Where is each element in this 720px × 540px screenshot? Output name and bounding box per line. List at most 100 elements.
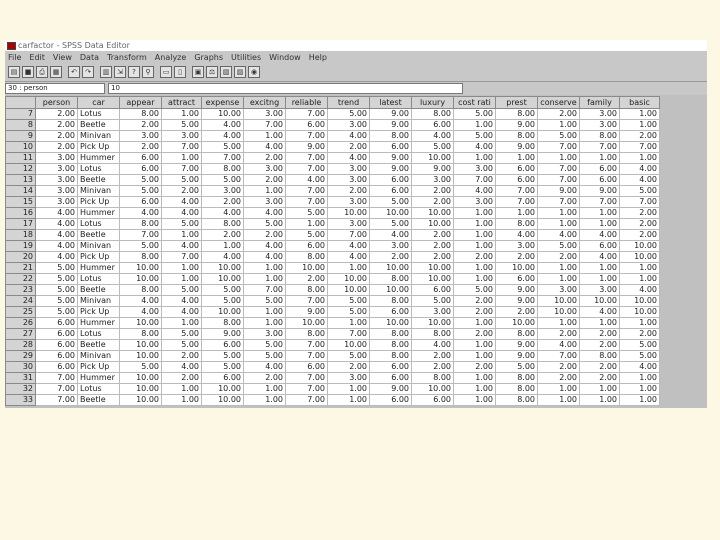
data-cell[interactable]: 8.00 xyxy=(495,394,538,406)
data-cell[interactable]: 4.00 xyxy=(619,174,660,186)
row-number[interactable]: 26 xyxy=(5,317,36,329)
data-cell[interactable]: 5.00 xyxy=(119,361,162,373)
data-cell[interactable]: 10.00 xyxy=(119,394,162,406)
data-cell[interactable]: 8.00 xyxy=(369,273,412,285)
data-cell[interactable]: 3.00 xyxy=(119,130,162,142)
data-cell[interactable]: 5.00 xyxy=(327,295,370,307)
row-number[interactable]: 7 xyxy=(5,108,36,120)
row-number[interactable]: 22 xyxy=(5,273,36,285)
data-cell[interactable]: 5.00 xyxy=(201,350,244,362)
data-cell[interactable]: 4.00 xyxy=(243,240,286,252)
row-number[interactable]: 16 xyxy=(5,207,36,219)
data-cell[interactable]: 6.00 xyxy=(369,372,412,384)
data-cell[interactable]: Minivan xyxy=(77,295,120,307)
row-number[interactable]: 24 xyxy=(5,295,36,307)
data-cell[interactable]: 10.00 xyxy=(201,273,244,285)
data-cell[interactable]: 5.00 xyxy=(119,185,162,197)
data-cell[interactable]: 2.00 xyxy=(495,306,538,318)
data-cell[interactable]: 5.00 xyxy=(201,295,244,307)
data-cell[interactable]: 1.00 xyxy=(619,273,660,285)
data-cell[interactable]: 1.00 xyxy=(161,108,202,120)
data-cell[interactable]: 3.00 xyxy=(201,185,244,197)
data-cell[interactable]: 2.00 xyxy=(411,350,454,362)
data-cell[interactable]: 4.00 xyxy=(537,229,580,241)
data-cell[interactable]: 1.00 xyxy=(243,306,286,318)
data-cell[interactable]: 4.00 xyxy=(495,229,538,241)
data-cell[interactable]: 8.00 xyxy=(495,218,538,230)
data-cell[interactable]: 10.00 xyxy=(119,350,162,362)
data-cell[interactable]: 1.00 xyxy=(579,207,620,219)
data-cell[interactable]: 4.00 xyxy=(619,361,660,373)
data-cell[interactable]: 7.00 xyxy=(285,350,328,362)
data-cell[interactable]: 1.00 xyxy=(579,394,620,406)
data-cell[interactable]: 1.00 xyxy=(579,152,620,164)
row-number[interactable]: 15 xyxy=(5,196,36,208)
data-cell[interactable]: 10.00 xyxy=(579,295,620,307)
data-cell[interactable]: 7.00 xyxy=(327,328,370,340)
data-cell[interactable]: 3.00 xyxy=(35,163,78,175)
data-cell[interactable]: 8.00 xyxy=(119,328,162,340)
data-cell[interactable]: 8.00 xyxy=(579,130,620,142)
data-cell[interactable]: 9.00 xyxy=(201,328,244,340)
data-cell[interactable]: 6.00 xyxy=(369,141,412,153)
data-cell[interactable]: 8.00 xyxy=(495,328,538,340)
data-cell[interactable]: 5.00 xyxy=(243,339,286,351)
data-cell[interactable]: 9.00 xyxy=(369,108,412,120)
data-cell[interactable]: 1.00 xyxy=(579,273,620,285)
data-cell[interactable]: 4.00 xyxy=(161,196,202,208)
menu-window[interactable]: Window xyxy=(269,53,301,62)
data-cell[interactable]: 7.00 xyxy=(619,141,660,153)
data-cell[interactable]: 7.00 xyxy=(579,196,620,208)
data-cell[interactable]: 2.00 xyxy=(495,251,538,263)
data-cell[interactable]: 3.00 xyxy=(35,196,78,208)
data-cell[interactable]: 1.00 xyxy=(243,317,286,329)
data-cell[interactable]: 10.00 xyxy=(285,317,328,329)
data-cell[interactable]: 6.00 xyxy=(285,240,328,252)
data-cell[interactable]: 1.00 xyxy=(579,262,620,274)
goto-chart-icon[interactable]: ▥ xyxy=(100,66,112,78)
data-cell[interactable]: 2.00 xyxy=(537,328,580,340)
data-cell[interactable]: 3.00 xyxy=(243,108,286,120)
data-cell[interactable]: 9.00 xyxy=(369,163,412,175)
menu-view[interactable]: View xyxy=(53,53,72,62)
data-cell[interactable]: 7.00 xyxy=(201,152,244,164)
data-cell[interactable]: 6.00 xyxy=(35,317,78,329)
data-cell[interactable]: 2.00 xyxy=(411,229,454,241)
data-cell[interactable]: 10.00 xyxy=(619,251,660,263)
data-cell[interactable]: 6.00 xyxy=(495,163,538,175)
data-cell[interactable]: 10.00 xyxy=(369,207,412,219)
data-cell[interactable]: 6.00 xyxy=(35,361,78,373)
data-cell[interactable]: 5.00 xyxy=(243,218,286,230)
data-cell[interactable]: 8.00 xyxy=(411,108,454,120)
data-cell[interactable]: 1.00 xyxy=(243,130,286,142)
data-cell[interactable]: 6.00 xyxy=(411,394,454,406)
data-cell[interactable]: Lotus xyxy=(77,218,120,230)
data-cell[interactable]: 6.00 xyxy=(369,306,412,318)
data-cell[interactable]: 7.00 xyxy=(327,229,370,241)
column-header[interactable]: excitng xyxy=(243,96,286,109)
data-cell[interactable]: 9.00 xyxy=(495,350,538,362)
data-cell[interactable]: 5.00 xyxy=(201,174,244,186)
data-cell[interactable]: 4.00 xyxy=(35,218,78,230)
data-cell[interactable]: 2.00 xyxy=(537,372,580,384)
data-cell[interactable]: 2.00 xyxy=(119,141,162,153)
data-cell[interactable]: Pick Up xyxy=(77,306,120,318)
row-number[interactable]: 17 xyxy=(5,218,36,230)
data-cell[interactable]: 5.00 xyxy=(201,361,244,373)
data-cell[interactable]: 7.00 xyxy=(35,372,78,384)
data-cell[interactable]: 5.00 xyxy=(537,240,580,252)
data-cell[interactable]: Pick Up xyxy=(77,251,120,263)
data-cell[interactable]: 10.00 xyxy=(369,317,412,329)
data-cell[interactable]: 1.00 xyxy=(619,317,660,329)
data-cell[interactable]: 2.00 xyxy=(161,185,202,197)
data-cell[interactable]: 1.00 xyxy=(453,394,496,406)
data-cell[interactable]: 4.00 xyxy=(453,185,496,197)
variables-icon[interactable]: ? xyxy=(128,66,140,78)
data-cell[interactable]: 6.00 xyxy=(119,163,162,175)
data-cell[interactable]: 5.00 xyxy=(243,295,286,307)
data-cell[interactable]: Minivan xyxy=(77,130,120,142)
data-cell[interactable]: 9.00 xyxy=(495,141,538,153)
data-cell[interactable]: 1.00 xyxy=(537,383,580,395)
data-cell[interactable]: 7.00 xyxy=(285,295,328,307)
data-cell[interactable]: 2.00 xyxy=(243,152,286,164)
